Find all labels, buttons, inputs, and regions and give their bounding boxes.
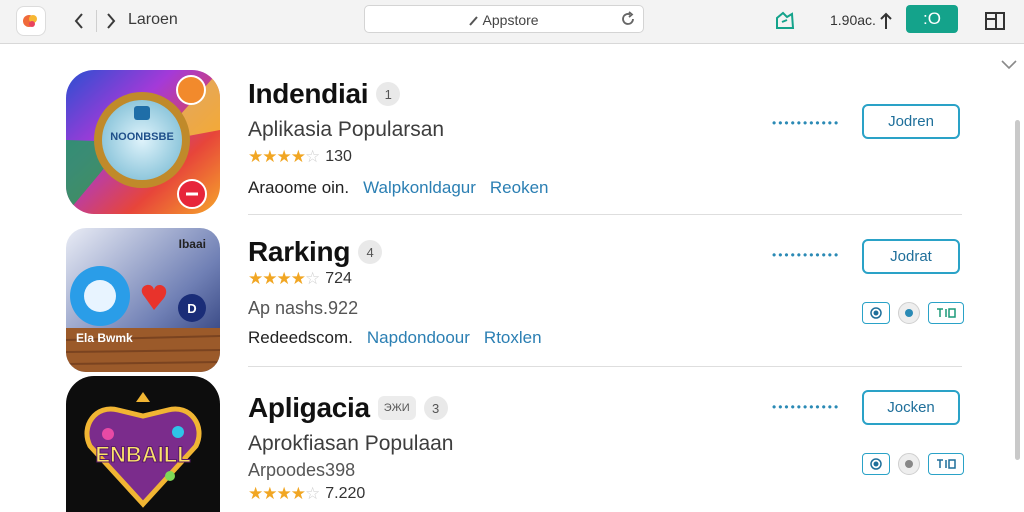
- app-subtitle: Aplikasia Popularsan: [248, 118, 445, 141]
- app-name-line: Indendiai 1: [248, 78, 401, 110]
- mini-actions: [862, 453, 964, 475]
- app-icon[interactable]: D Ibaai Ela Bwmk: [66, 228, 220, 372]
- more-dots-icon[interactable]: •••••••••••: [772, 400, 840, 414]
- mini-actions: [862, 302, 964, 324]
- app-badge: ЭЖИ: [377, 396, 416, 420]
- app-link[interactable]: Reoken: [490, 178, 549, 198]
- icon-label-text: NOONBSBE: [110, 131, 174, 143]
- svg-text:D: D: [187, 301, 196, 316]
- grid-icon[interactable]: [928, 302, 964, 324]
- row-divider: [248, 366, 962, 367]
- row-divider: [248, 214, 962, 215]
- back-icon[interactable]: [68, 8, 90, 34]
- address-value: Appstore: [482, 12, 539, 28]
- rating-count: 724: [325, 270, 352, 287]
- rating: ★★★★☆ 130: [248, 147, 352, 167]
- app-name[interactable]: Apligacia: [248, 392, 370, 424]
- sidebar-icon[interactable]: [982, 8, 1008, 34]
- app-logo-icon[interactable]: [16, 6, 46, 36]
- app-subtitle-secondary: Arpoodes398: [248, 460, 356, 480]
- app-subtitle: Ap nashs.922: [248, 298, 359, 318]
- more-dots-icon[interactable]: •••••••••••: [772, 116, 840, 130]
- nav-label[interactable]: Laroen: [128, 11, 178, 29]
- get-button[interactable]: Jodrat: [862, 239, 960, 274]
- app-links: Redeedscom. Napdondoour Rtoxlen: [248, 328, 542, 348]
- address-text: Appstore: [365, 12, 643, 28]
- icon-label-text: Ela Bwmk: [76, 331, 133, 345]
- icon-label-text: Ibaai: [179, 237, 206, 251]
- record-icon[interactable]: [862, 302, 890, 324]
- app-name-line: Apligacia ЭЖИ 3: [248, 392, 448, 424]
- app-badge: 4: [358, 240, 383, 264]
- address-bar[interactable]: Appstore: [364, 5, 644, 33]
- rating-count: 7.220: [325, 485, 366, 502]
- toolbar-badge-button[interactable]: :O: [906, 5, 958, 33]
- app-name-line: Rarking 4: [248, 236, 383, 268]
- upload-icon[interactable]: [873, 8, 899, 34]
- chevron-down-icon[interactable]: [1000, 58, 1018, 74]
- icon-label-text: ENBAILL: [95, 442, 190, 467]
- app-link[interactable]: Napdondoour: [367, 328, 470, 348]
- rating-count: 130: [325, 148, 352, 165]
- app-link[interactable]: Araoome oin.: [248, 178, 349, 198]
- app-link[interactable]: Rtoxlen: [484, 328, 542, 348]
- dot-icon[interactable]: [898, 302, 920, 324]
- app-badge: 3: [423, 396, 448, 420]
- grid-icon[interactable]: [928, 453, 964, 475]
- dot-icon[interactable]: [898, 453, 920, 475]
- app-icon[interactable]: NOONBSBE: [66, 70, 220, 214]
- app-name[interactable]: Rarking: [248, 236, 350, 268]
- star-rating-icon: ★★★★☆: [248, 484, 320, 503]
- get-button[interactable]: Jodren: [862, 104, 960, 139]
- app-badge: 1: [376, 82, 401, 106]
- star-rating-icon: ★★★★☆: [248, 269, 320, 288]
- lock-icon: [469, 12, 482, 28]
- app-link[interactable]: Walpkonldagur: [363, 178, 476, 198]
- reload-icon[interactable]: [619, 10, 637, 28]
- browser-toolbar: Laroen Appstore 1.90ac. :O: [0, 0, 1024, 44]
- scrollbar[interactable]: [1015, 120, 1020, 460]
- forward-icon[interactable]: [100, 8, 122, 34]
- record-icon[interactable]: [862, 453, 890, 475]
- rating: ★★★★☆ 7.220: [248, 484, 365, 504]
- get-button[interactable]: Jocken: [862, 390, 960, 425]
- star-rating-icon: ★★★★☆: [248, 147, 320, 166]
- app-icon[interactable]: ENBAILL: [66, 376, 220, 512]
- share-icon[interactable]: [772, 8, 798, 34]
- app-link[interactable]: Redeedscom.: [248, 328, 353, 348]
- more-dots-icon[interactable]: •••••••••••: [772, 248, 840, 262]
- app-links: Araoome oin. Walpkonldagur Reoken: [248, 178, 549, 198]
- nav-divider: [96, 10, 97, 32]
- app-name[interactable]: Indendiai: [248, 78, 369, 110]
- rating: ★★★★☆ 724: [248, 269, 352, 289]
- app-subtitle: Aprokfiasan Populaan: [248, 432, 454, 455]
- toolbar-status-text: 1.90ac.: [830, 12, 876, 28]
